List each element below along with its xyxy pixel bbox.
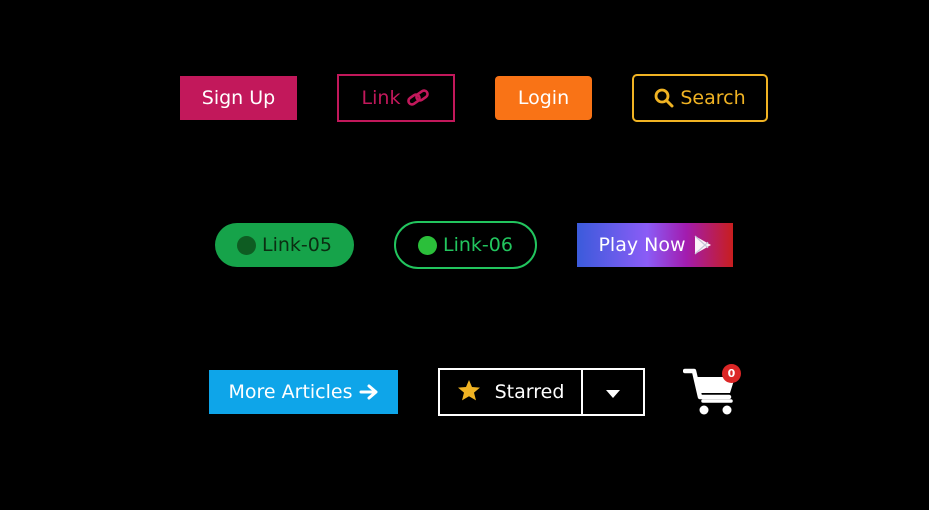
caret-down-icon bbox=[606, 383, 620, 402]
link-label: Link bbox=[361, 87, 401, 109]
dot-icon bbox=[237, 235, 257, 255]
starred-button[interactable]: Starred bbox=[440, 370, 583, 414]
play-now-button[interactable]: Play Now bbox=[577, 223, 733, 267]
login-label: Login bbox=[517, 87, 570, 109]
search-icon bbox=[654, 88, 674, 108]
arrow-right-icon bbox=[359, 383, 379, 401]
starred-label: Starred bbox=[494, 381, 565, 403]
sign-up-label: Sign Up bbox=[201, 87, 276, 109]
link-button[interactable]: Link bbox=[337, 74, 455, 122]
more-articles-label: More Articles bbox=[228, 381, 353, 403]
search-button[interactable]: Search bbox=[632, 74, 768, 122]
link-05-button[interactable]: Link-05 bbox=[215, 223, 354, 267]
play-now-label: Play Now bbox=[598, 234, 686, 256]
dot-icon bbox=[418, 235, 438, 255]
link-06-button[interactable]: Link-06 bbox=[394, 221, 537, 269]
more-articles-button[interactable]: More Articles bbox=[209, 370, 398, 414]
search-label: Search bbox=[680, 87, 746, 109]
sign-up-button[interactable]: Sign Up bbox=[180, 76, 297, 120]
link-05-label: Link-05 bbox=[262, 234, 332, 256]
star-icon bbox=[457, 379, 481, 406]
cart-count-badge: 0 bbox=[722, 364, 741, 383]
starred-dropdown-toggle[interactable] bbox=[583, 370, 643, 414]
shopping-cart-icon bbox=[682, 368, 743, 422]
play-store-icon bbox=[694, 235, 712, 255]
starred-split-button: Starred bbox=[438, 368, 645, 416]
link-icon bbox=[406, 88, 430, 108]
link-06-label: Link-06 bbox=[443, 234, 513, 256]
login-button[interactable]: Login bbox=[495, 76, 592, 120]
